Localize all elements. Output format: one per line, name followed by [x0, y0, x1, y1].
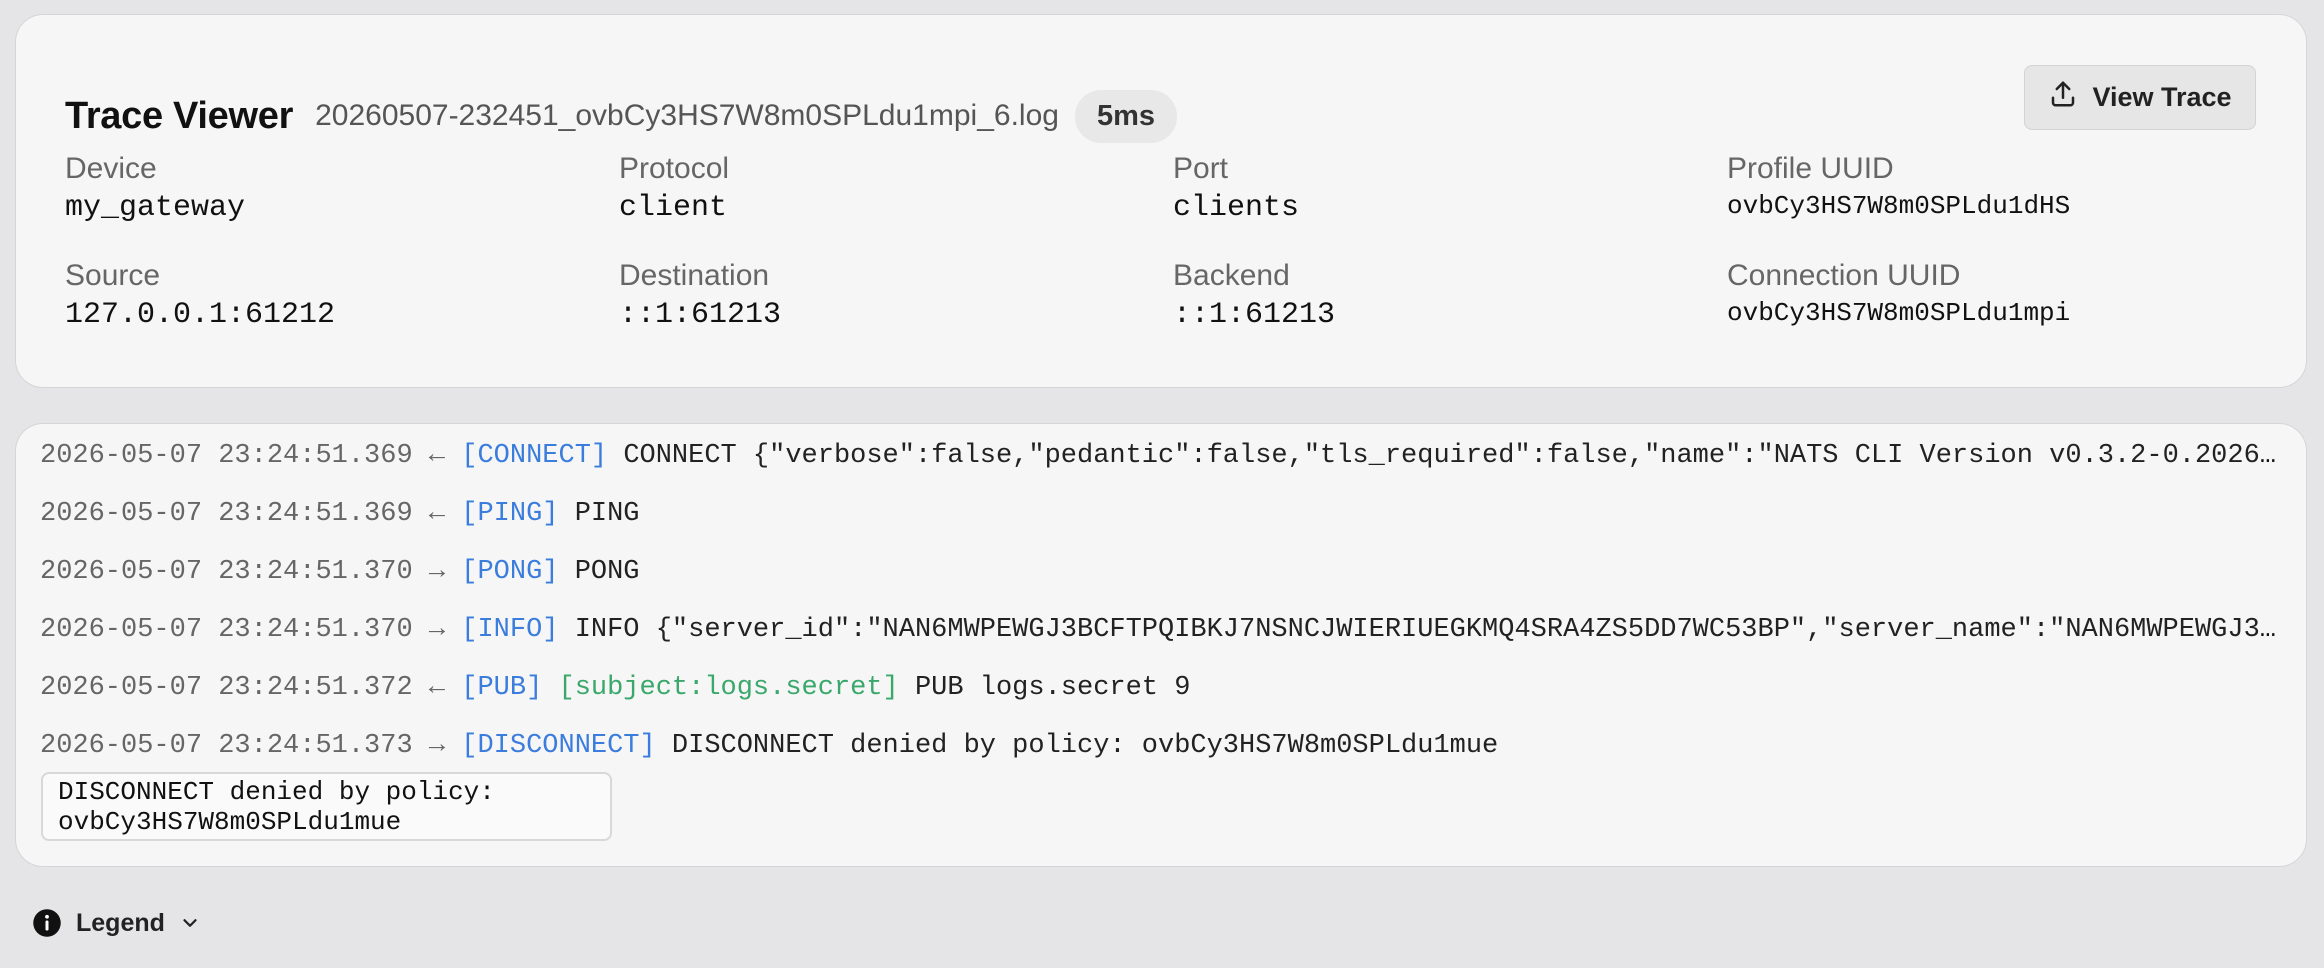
message-type-tag: [INFO] — [461, 615, 559, 645]
direction-indicator: ← — [428, 499, 446, 529]
field-protocol: Protocol client — [619, 151, 729, 225]
chevron-down-icon — [179, 912, 201, 934]
message-type-tag: [PONG] — [461, 557, 559, 587]
field-label: Device — [65, 152, 157, 185]
field-value: ovbCy3HS7W8m0SPLdu1mpi — [1727, 298, 2071, 328]
field-port: Port clients — [1173, 151, 1299, 225]
log-entry[interactable]: 2026-05-07 23:24:51.369 ← [PING] PING — [40, 494, 2282, 534]
field-label: Port — [1173, 152, 1229, 185]
log-entry[interactable]: 2026-05-07 23:24:51.373 → [DISCONNECT] D… — [40, 726, 2282, 766]
direction-indicator: → — [428, 557, 446, 587]
view-trace-label: View Trace — [2092, 82, 2232, 112]
detail-text: DISCONNECT denied by policy: ovbCy3HS7W8… — [58, 776, 495, 837]
page-title: Trace Viewer — [65, 94, 294, 137]
log-message: PING — [574, 499, 640, 529]
field-value: my_gateway — [65, 191, 246, 225]
upload-icon — [2048, 79, 2078, 116]
log-entry[interactable]: 2026-05-07 23:24:51.372 ← [PUB] [subject… — [40, 668, 2282, 708]
field-value: client — [619, 191, 728, 225]
direction-indicator: ← — [428, 673, 446, 703]
field-value: clients — [1173, 191, 1300, 225]
field-value: ::1:61213 — [1173, 298, 1336, 332]
disconnect-detail-box: DISCONNECT denied by policy: ovbCy3HS7W8… — [41, 772, 612, 841]
log-timestamp: 2026-05-07 23:24:51.373 — [40, 731, 413, 761]
field-label: Profile UUID — [1727, 152, 1894, 185]
field-value: ::1:61213 — [619, 298, 782, 332]
log-message: INFO {"server_id":"NAN6MWPEWGJ3BCFTPQIBK… — [574, 615, 2282, 645]
log-message: DISCONNECT denied by policy: ovbCy3HS7W8… — [671, 731, 1499, 761]
field-label: Source — [65, 259, 161, 292]
title-row: Trace Viewer 20260507-232451_ovbCy3HS7W8… — [65, 79, 1177, 153]
field-label: Destination — [619, 259, 770, 292]
log-entry[interactable]: 2026-05-07 23:24:51.370 → [PONG] PONG — [40, 552, 2282, 592]
message-type-tag: [DISCONNECT] — [461, 731, 656, 761]
field-backend: Backend ::1:61213 — [1173, 258, 1335, 332]
view-trace-button[interactable]: View Trace — [2024, 65, 2256, 130]
log-message: PONG — [574, 557, 640, 587]
log-entry[interactable]: 2026-05-07 23:24:51.370 → [INFO] INFO {"… — [40, 610, 2282, 650]
field-label: Connection UUID — [1727, 259, 1961, 292]
log-filename: 20260507-232451_ovbCy3HS7W8m0SPLdu1mpi_6… — [315, 99, 1059, 132]
log-entry[interactable]: 2026-05-07 23:24:51.369 ← [CONNECT] CONN… — [40, 436, 2282, 476]
direction-indicator: → — [428, 731, 446, 761]
field-label: Protocol — [619, 152, 730, 185]
duration-badge: 5ms — [1074, 89, 1177, 143]
field-value: 127.0.0.1:61212 — [65, 298, 336, 332]
legend-label: Legend — [76, 908, 165, 937]
log-timestamp: 2026-05-07 23:24:51.372 — [40, 673, 413, 703]
message-type-tag: [PING] — [461, 499, 559, 529]
direction-indicator: → — [428, 615, 446, 645]
log-message: CONNECT {"verbose":false,"pedantic":fals… — [623, 441, 2282, 471]
log-timestamp: 2026-05-07 23:24:51.369 — [40, 441, 413, 471]
trace-log-card: 2026-05-07 23:24:51.369 ← [CONNECT] CONN… — [15, 423, 2307, 867]
field-value: ovbCy3HS7W8m0SPLdu1dHS — [1727, 191, 2071, 221]
field-label: Backend — [1173, 259, 1290, 292]
trace-header-card: Trace Viewer 20260507-232451_ovbCy3HS7W8… — [15, 14, 2307, 388]
direction-indicator: ← — [428, 441, 446, 471]
info-icon — [32, 908, 62, 938]
log-message: PUB logs.secret 9 — [914, 673, 1191, 703]
field-destination: Destination ::1:61213 — [619, 258, 781, 332]
log-timestamp: 2026-05-07 23:24:51.370 — [40, 615, 413, 645]
field-source: Source 127.0.0.1:61212 — [65, 258, 335, 332]
field-profile-uuid: Profile UUID ovbCy3HS7W8m0SPLdu1dHS — [1727, 151, 2070, 221]
message-type-tag: [PUB] — [461, 673, 543, 703]
message-type-tag: [CONNECT] — [461, 441, 608, 471]
subject-tag: [subject:logs.secret] — [558, 673, 899, 703]
legend-toggle[interactable]: Legend — [32, 908, 201, 938]
field-device: Device my_gateway — [65, 151, 245, 225]
log-timestamp: 2026-05-07 23:24:51.370 — [40, 557, 413, 587]
log-timestamp: 2026-05-07 23:24:51.369 — [40, 499, 413, 529]
field-connection-uuid: Connection UUID ovbCy3HS7W8m0SPLdu1mpi — [1727, 258, 2070, 328]
